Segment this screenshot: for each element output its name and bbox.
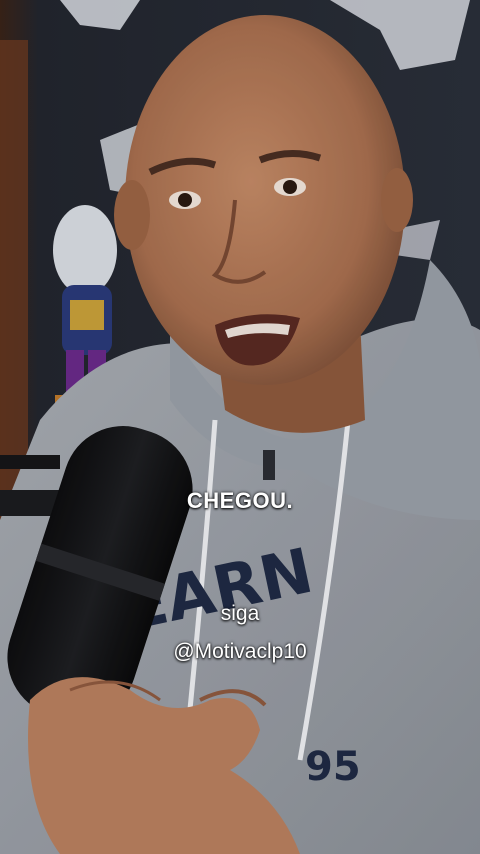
account-handle: @Motivaclp10	[173, 640, 307, 663]
video-frame[interactable]: EARN 19 95 CHEGOU. siga @Motivaclp10	[0, 0, 480, 854]
video-scene-image: EARN 19 95	[0, 0, 480, 854]
video-caption: CHEGOU.	[186, 488, 294, 513]
follow-prompt-text: siga	[220, 602, 260, 625]
